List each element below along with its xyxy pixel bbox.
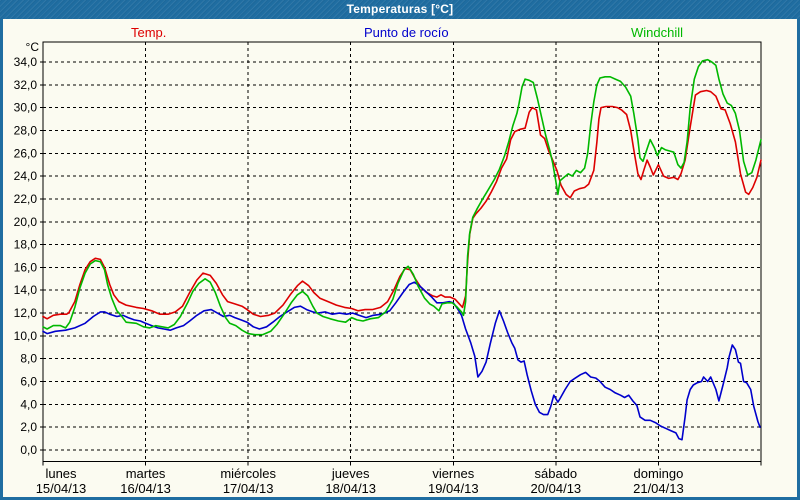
day-name-label: lunes xyxy=(45,466,77,481)
day-date-label: 17/04/13 xyxy=(223,481,274,496)
y-tick-label: 10,0 xyxy=(14,329,38,343)
plot-border xyxy=(43,42,761,462)
day-name-label: miércoles xyxy=(220,466,276,481)
y-tick-label: 12,0 xyxy=(14,306,38,320)
day-name-label: domingo xyxy=(633,466,683,481)
y-tick-label: 28,0 xyxy=(14,123,38,137)
y-tick-label: 4,0 xyxy=(20,397,37,411)
day-name-label: jueves xyxy=(331,466,370,481)
y-tick-label: 2,0 xyxy=(20,420,37,434)
day-date-label: 20/04/13 xyxy=(531,481,582,496)
temperature-chart: 0,0 2,0 4,0 6,0 8,0 10,0 12,0 14,0 16,0 18,0 20,0 2… xyxy=(3,19,797,497)
y-tick-label: 16,0 xyxy=(14,260,38,274)
y-tick-label: 18,0 xyxy=(14,238,38,252)
window-title: Temperaturas [°C] xyxy=(0,0,800,19)
day-name-label: viernes xyxy=(432,466,474,481)
y-tick-label: 24,0 xyxy=(14,169,38,183)
day-date-label: 19/04/13 xyxy=(428,481,479,496)
y-tick-label: 32,0 xyxy=(14,78,38,92)
y-tick-label: 34,0 xyxy=(14,55,38,69)
day-date-label: 21/04/13 xyxy=(633,481,684,496)
y-tick-label: 26,0 xyxy=(14,146,38,160)
y-tick-label: 0,0 xyxy=(20,443,37,457)
temp-line xyxy=(43,91,761,319)
chart-panel: Temp. Punto de rocío Windchill °C 0,02,0… xyxy=(3,19,797,497)
app-window: Temperaturas [°C] Temp. Punto de rocío W… xyxy=(0,0,800,500)
window-titlebar[interactable]: Temperaturas [°C] xyxy=(0,0,800,19)
y-tick-label: 22,0 xyxy=(14,192,38,206)
day-date-label: 16/04/13 xyxy=(120,481,171,496)
day-name-label: martes xyxy=(126,466,166,481)
day-date-label: 18/04/13 xyxy=(325,481,376,496)
dew-point-line xyxy=(43,282,760,440)
y-tick-label: 8,0 xyxy=(20,352,37,366)
y-tick-label: 6,0 xyxy=(20,375,37,389)
y-tick-label: 20,0 xyxy=(14,215,38,229)
day-name-label: sábado xyxy=(535,466,578,481)
y-tick-label: 14,0 xyxy=(14,283,38,297)
y-tick-label: 30,0 xyxy=(14,101,38,115)
day-date-label: 15/04/13 xyxy=(36,481,87,496)
